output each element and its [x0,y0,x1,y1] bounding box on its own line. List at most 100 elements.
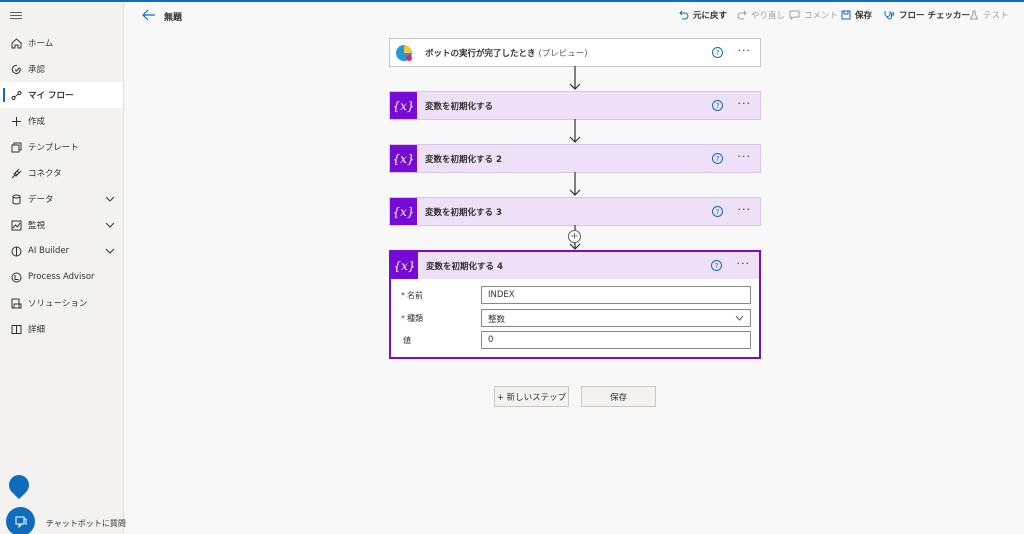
command-bar: 無題 元に戻す やり直し コメント 保存 フロー チェッカー テスト [124,2,1024,29]
test-button[interactable]: テスト [969,9,1009,21]
sidebar-item-label: コネクタ [28,169,62,179]
trigger-title: ボットの実行が完了したとき [425,48,536,59]
variable-icon: {x} [391,252,418,279]
sidebar-item-label: 監視 [28,221,46,231]
sidebar-item-create[interactable]: 作成 [0,108,123,134]
name-input[interactable]: INDEX [481,286,751,304]
undo-icon [679,10,689,20]
connector-arrow [569,119,581,143]
sidebar: ホーム 承認 マイ フロー 作成 テンプレート コネクタ データ 監視 AI B… [0,2,126,534]
chat-icon [15,516,26,528]
help-icon[interactable]: ? [712,206,723,217]
help-icon[interactable]: ? [711,260,722,271]
chatbot-label[interactable]: チャットボットに質問 [46,518,126,529]
flow-checker-label: フロー チェッカー [899,11,970,21]
sidebar-item-label: 詳細 [28,325,46,335]
notification-pin-icon [4,470,34,500]
chevron-down-icon [105,248,115,254]
process-advisor-icon [10,271,22,283]
type-select[interactable]: 整数 [481,309,751,327]
init-variable-card-3[interactable]: {x} 変数を初期化する 3 ? ··· [389,197,761,226]
template-icon [10,141,22,153]
init-variable-card-4[interactable]: {x} 変数を初期化する 4 ? ··· * 名前 INDEX * 種類 整数 値 … [389,250,761,359]
back-arrow-icon[interactable] [142,9,156,21]
flow-checker-button[interactable]: フロー チェッカー [884,9,970,21]
plus-icon [10,115,22,127]
sidebar-item-templates[interactable]: テンプレート [0,134,123,160]
init-variable-card[interactable]: {x} 変数を初期化する ? ··· [389,91,761,120]
trigger-card-header[interactable]: ボットの実行が完了したとき (プレビュー) ? ··· [390,39,760,66]
test-label: テスト [983,11,1009,21]
undo-label: 元に戻す [693,11,728,21]
flow-icon [10,89,22,101]
value-field-row: 値 0 [401,331,751,349]
init-variable-card-2[interactable]: {x} 変数を初期化する 2 ? ··· [389,144,761,173]
sidebar-item-process-advisor[interactable]: Process Advisor [0,264,123,290]
trigger-preview-tag: (プレビュー) [538,48,588,59]
chevron-down-icon [735,315,744,321]
redo-button[interactable]: やり直し [737,9,785,21]
flask-icon [969,10,979,20]
chevron-down-icon [105,196,115,202]
new-step-button[interactable]: + 新しいステップ [494,386,569,407]
sidebar-item-label: 作成 [28,117,46,127]
monitor-icon [10,219,22,231]
sidebar-item-home[interactable]: ホーム [0,30,123,56]
more-options-icon[interactable]: ··· [738,44,752,57]
more-options-icon[interactable]: ··· [737,257,751,270]
save-button[interactable]: 保存 [581,386,656,407]
database-icon [10,193,22,205]
more-options-icon[interactable]: ··· [738,203,752,216]
save-toolbar-button[interactable]: 保存 [841,9,872,21]
stethoscope-icon [884,11,895,20]
required-marker: * [401,314,405,323]
help-icon[interactable]: ? [712,153,723,164]
redo-icon [737,10,747,20]
variable-icon: {x} [390,198,417,225]
help-icon[interactable]: ? [712,47,723,58]
sidebar-item-approvals[interactable]: 承認 [0,56,123,82]
comment-button[interactable]: コメント [789,9,838,21]
type-field-row: * 種類 整数 [401,309,751,327]
flow-title: 無題 [164,13,183,23]
more-options-icon[interactable]: ··· [738,97,752,110]
variable-icon: {x} [390,92,417,119]
undo-button[interactable]: 元に戻す [679,9,727,21]
value-input[interactable]: 0 [481,331,751,349]
help-icon[interactable]: ? [712,100,723,111]
sidebar-item-label: データ [28,195,54,205]
trigger-card[interactable]: ボットの実行が完了したとき (プレビュー) ? ··· [389,38,761,67]
save-icon [841,10,851,20]
solution-icon [10,297,22,309]
home-icon [10,37,22,49]
comment-label: コメント [804,11,839,21]
more-options-icon[interactable]: ··· [738,150,752,163]
sidebar-item-connectors[interactable]: コネクタ [0,160,123,186]
sidebar-item-label: Process Advisor [28,272,95,282]
sidebar-item-solutions[interactable]: ソリューション [0,290,123,316]
sidebar-item-data[interactable]: データ [0,186,123,212]
sidebar-item-label: ホーム [28,39,54,49]
ai-builder-icon [10,245,22,257]
approvals-icon [10,63,22,75]
variable-icon: {x} [390,145,417,172]
redo-label: やり直し [751,11,786,21]
connector-icon [10,167,22,179]
sidebar-item-monitor[interactable]: 監視 [0,212,123,238]
save-label: 保存 [855,11,873,21]
hamburger-icon[interactable] [10,10,22,22]
chatbot-button[interactable] [6,507,35,534]
sidebar-item-my-flows[interactable]: マイ フロー [0,82,123,108]
comment-icon [789,10,800,20]
sidebar-item-learn[interactable]: 詳細 [0,316,123,342]
type-value: 整数 [488,315,506,325]
name-label: 名前 [407,291,423,300]
value-label: 値 [403,336,411,345]
insert-step-button[interactable]: + [568,230,581,243]
required-marker: * [401,291,405,300]
step-title: 変数を初期化する [425,101,494,112]
sidebar-item-label: AI Builder [28,246,70,256]
sidebar-item-label: ソリューション [28,299,88,309]
step-title: 変数を初期化する 3 [425,207,502,218]
sidebar-item-ai-builder[interactable]: AI Builder [0,238,123,264]
